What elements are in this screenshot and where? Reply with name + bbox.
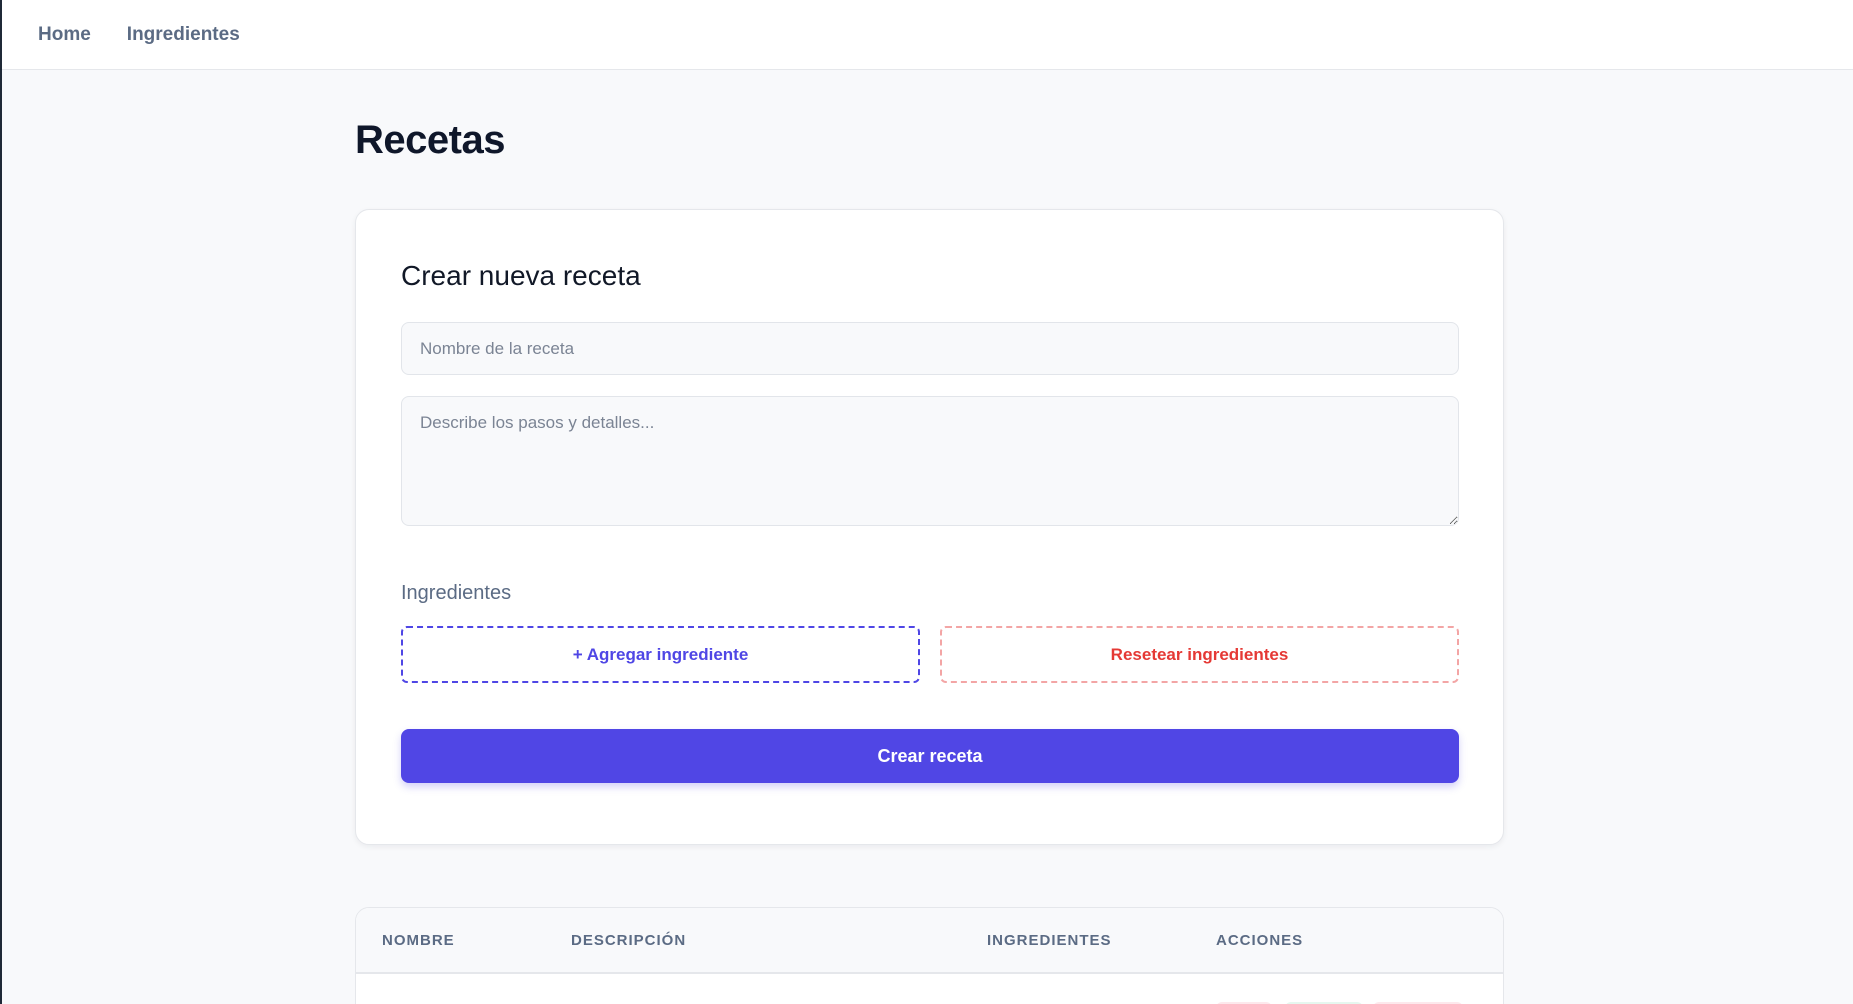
column-header-descripcion: DESCRIPCIÓN (571, 932, 687, 949)
ingredients-section-label: Ingredientes (401, 582, 512, 604)
page-title: Recetas (355, 118, 505, 162)
create-recipe-button[interactable]: Crear receta (401, 729, 1459, 783)
recipes-table: NOMBRE DESCRIPCIÓN INGREDIENTES ACCIONES (355, 907, 1504, 1004)
nav-link-ingredientes[interactable]: Ingredientes (127, 24, 240, 46)
nav-link-home[interactable]: Home (38, 24, 91, 46)
recipe-description-textarea[interactable] (401, 396, 1459, 526)
add-ingredient-button[interactable]: + Agregar ingrediente (401, 626, 920, 683)
column-header-acciones: ACCIONES (1216, 932, 1304, 949)
reset-ingredients-button[interactable]: Resetear ingredientes (940, 626, 1459, 683)
table-header: NOMBRE DESCRIPCIÓN INGREDIENTES ACCIONES (356, 908, 1503, 974)
recipe-name-input[interactable] (401, 322, 1459, 375)
form-title: Crear nueva receta (401, 260, 641, 291)
column-header-ingredientes: INGREDIENTES (987, 932, 1112, 949)
column-header-nombre: NOMBRE (382, 932, 455, 949)
create-recipe-card: Crear nueva receta Ingredientes + Agrega… (355, 209, 1504, 845)
top-navbar: Home Ingredientes (2, 0, 1853, 70)
